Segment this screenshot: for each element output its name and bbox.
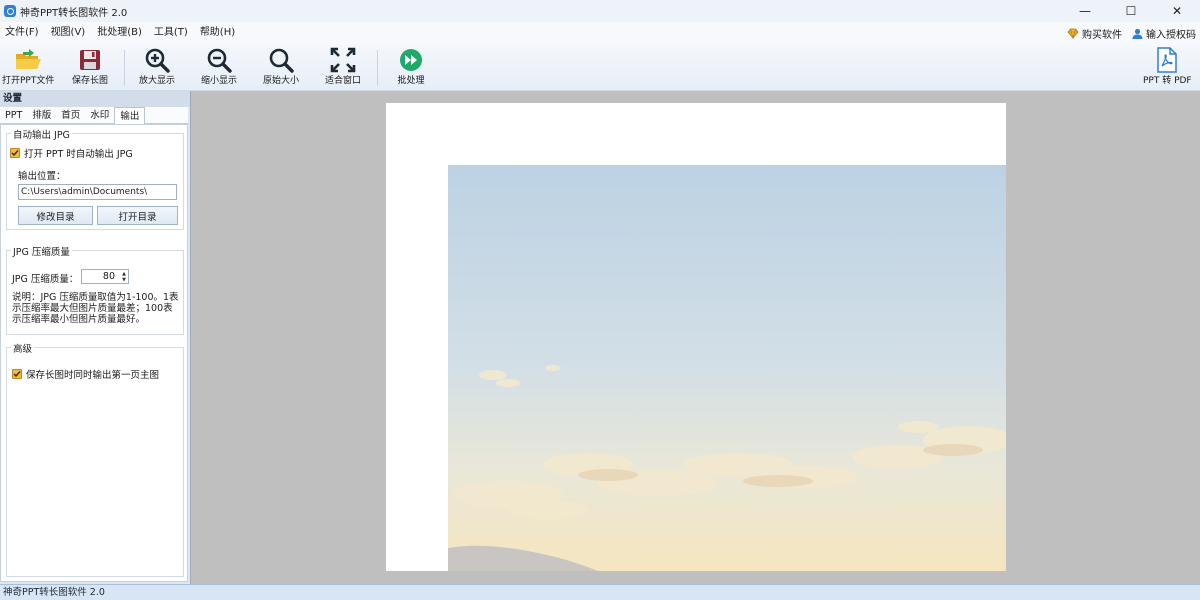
status-bar: 神奇PPT转长图软件 2.0 (0, 584, 1200, 600)
jpg-quality-value: 80 (102, 271, 115, 282)
zoom-in-button[interactable]: 放大显示 (139, 46, 175, 90)
pdf-file-icon (1152, 46, 1182, 74)
settings-tabs: PPT 排版 首页 水印 输出 (0, 107, 188, 125)
auto-jpg-group: 自动输出 JPG 打开 PPT 时自动输出 JPG 输出位置： C:\Users… (6, 127, 184, 230)
advanced-checkbox-row[interactable]: 保存长图时同时输出第一页主图 (12, 367, 159, 381)
auto-jpg-checkbox-label: 打开 PPT 时自动输出 JPG (24, 149, 133, 160)
title-bar: 神奇PPT转长图软件 2.0 — ☐ ✕ (0, 0, 1200, 22)
zoom-out-icon (204, 46, 234, 74)
fast-forward-icon (396, 46, 426, 74)
stepper-arrows-icon[interactable]: ▲ ▼ (122, 271, 126, 283)
magnifier-icon (266, 46, 296, 74)
zoom-out-button[interactable]: 缩小显示 (201, 46, 237, 90)
auto-jpg-title: 自动输出 JPG (11, 127, 72, 141)
close-button[interactable]: ✕ (1154, 0, 1200, 22)
ppt-to-pdf-button[interactable]: PPT 转 PDF (1143, 46, 1192, 90)
menu-tools[interactable]: 工具(T) (148, 22, 194, 44)
note-line: 示压缩率最大但图片质量最差；100表 (12, 303, 173, 314)
note-line: 说明：JPG 压缩质量取值为1-100。1表 (12, 292, 179, 303)
change-directory-button[interactable]: 修改目录 (18, 206, 93, 225)
zoom-out-label: 缩小显示 (201, 76, 238, 86)
note-line: 示压缩率最小但图片质量最好。 (12, 314, 146, 325)
slide-image (448, 165, 1006, 571)
save-image-button[interactable]: 保存长图 (72, 46, 108, 90)
toolbar-separator (377, 50, 378, 86)
app-logo-icon (4, 5, 16, 17)
tab-homepage[interactable]: 首页 (56, 107, 85, 124)
jpg-quality-title: JPG 压缩质量 (11, 244, 72, 258)
auto-jpg-checkbox[interactable] (10, 148, 20, 158)
advanced-title: 高级 (11, 341, 35, 355)
jpg-quality-note: 说明：JPG 压缩质量取值为1-100。1表 示压缩率最大但图片质量最差；100… (12, 292, 179, 325)
diamond-icon (1067, 28, 1079, 39)
license-label: 输入授权码 (1146, 29, 1196, 41)
menu-help[interactable]: 帮助(H) (194, 22, 241, 44)
output-settings: 自动输出 JPG 打开 PPT 时自动输出 JPG 输出位置： C:\Users… (0, 124, 188, 582)
settings-panel: 设置 PPT 排版 首页 水印 输出 自动输出 JPG 打开 PPT 时自动输出… (0, 91, 190, 584)
user-icon (1132, 28, 1143, 39)
jpg-quality-label: JPG 压缩质量： (12, 274, 79, 285)
maximize-button[interactable]: ☐ (1108, 0, 1154, 22)
folder-open-icon (13, 46, 43, 74)
menu-view[interactable]: 视图(V) (45, 22, 92, 44)
menu-bar: 文件(F) 视图(V) 批处理(B) 工具(T) 帮助(H) 购买软件 输入授权… (0, 22, 1200, 44)
open-ppt-label: 打开PPT文件 (2, 76, 55, 86)
preview-workspace[interactable] (190, 91, 1200, 584)
tab-output[interactable]: 输出 (114, 107, 146, 125)
expand-icon (328, 46, 358, 74)
buy-software-label: 购买软件 (1082, 29, 1122, 41)
toolbar: 打开PPT文件 保存长图 放大显示 缩小显示 原始大小 适合窗口 批处理 PPT… (0, 44, 1200, 91)
batch-button[interactable]: 批处理 (396, 46, 426, 90)
output-location-field[interactable]: C:\Users\admin\Documents\ (18, 184, 177, 200)
ppt-to-pdf-label: PPT 转 PDF (1143, 76, 1192, 86)
fit-window-button[interactable]: 适合窗口 (325, 46, 361, 90)
preview-page (386, 103, 1006, 571)
tab-watermark[interactable]: 水印 (85, 107, 114, 124)
floppy-disk-icon (75, 46, 105, 74)
toolbar-separator (124, 50, 125, 86)
license-link[interactable]: 输入授权码 (1132, 26, 1196, 41)
window-controls: — ☐ ✕ (1062, 0, 1200, 22)
buy-software-link[interactable]: 购买软件 (1067, 26, 1122, 41)
advanced-group: 高级 保存长图时同时输出第一页主图 (6, 341, 184, 577)
menu-file[interactable]: 文件(F) (0, 22, 45, 44)
output-main-image-checkbox[interactable] (12, 369, 22, 379)
zoom-in-icon (142, 46, 172, 74)
settings-header: 设置 (0, 91, 190, 107)
window-title: 神奇PPT转长图软件 2.0 (20, 7, 128, 19)
menu-batch[interactable]: 批处理(B) (91, 22, 148, 44)
zoom-in-label: 放大显示 (139, 76, 176, 86)
jpg-quality-stepper[interactable]: 80 ▲ ▼ (81, 269, 129, 284)
sky-clouds-image (448, 165, 1006, 571)
save-image-label: 保存长图 (72, 76, 109, 86)
open-ppt-button[interactable]: 打开PPT文件 (2, 46, 54, 90)
actual-size-label: 原始大小 (263, 76, 300, 86)
jpg-quality-group: JPG 压缩质量 JPG 压缩质量： 80 ▲ ▼ 说明：JPG 压缩质量取值为1… (6, 244, 184, 335)
tab-layout[interactable]: 排版 (27, 107, 56, 124)
batch-label: 批处理 (397, 76, 425, 86)
tab-ppt[interactable]: PPT (0, 107, 27, 124)
open-directory-button[interactable]: 打开目录 (97, 206, 178, 225)
minimize-button[interactable]: — (1062, 0, 1108, 22)
auto-jpg-checkbox-row[interactable]: 打开 PPT 时自动输出 JPG (10, 146, 133, 160)
fit-window-label: 适合窗口 (325, 76, 362, 86)
output-location-label: 输出位置： (18, 171, 66, 182)
output-main-image-label: 保存长图时同时输出第一页主图 (26, 370, 160, 381)
actual-size-button[interactable]: 原始大小 (263, 46, 299, 90)
